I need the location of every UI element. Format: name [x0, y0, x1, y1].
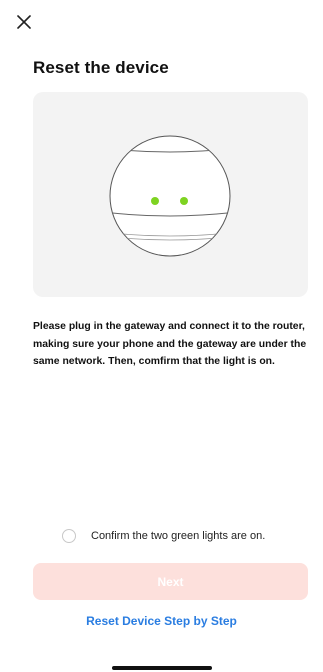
next-button[interactable]: Next	[33, 563, 308, 600]
device-illustration	[33, 92, 308, 297]
home-indicator	[112, 666, 212, 670]
confirm-label: Confirm the two green lights are on.	[91, 530, 266, 542]
green-light-right	[180, 197, 188, 205]
confirm-lights-checkbox[interactable]: Confirm the two green lights are on.	[62, 527, 265, 545]
page-title: Reset the device	[33, 58, 169, 77]
gateway-device-icon	[109, 135, 231, 257]
radio-circle-icon[interactable]	[62, 529, 76, 543]
green-light-left	[151, 197, 159, 205]
reset-step-by-step-link[interactable]: Reset Device Step by Step	[0, 614, 323, 628]
instructions-text: Please plug in the gateway and connect i…	[33, 321, 307, 367]
close-icon	[17, 15, 31, 29]
close-button[interactable]	[12, 10, 36, 34]
